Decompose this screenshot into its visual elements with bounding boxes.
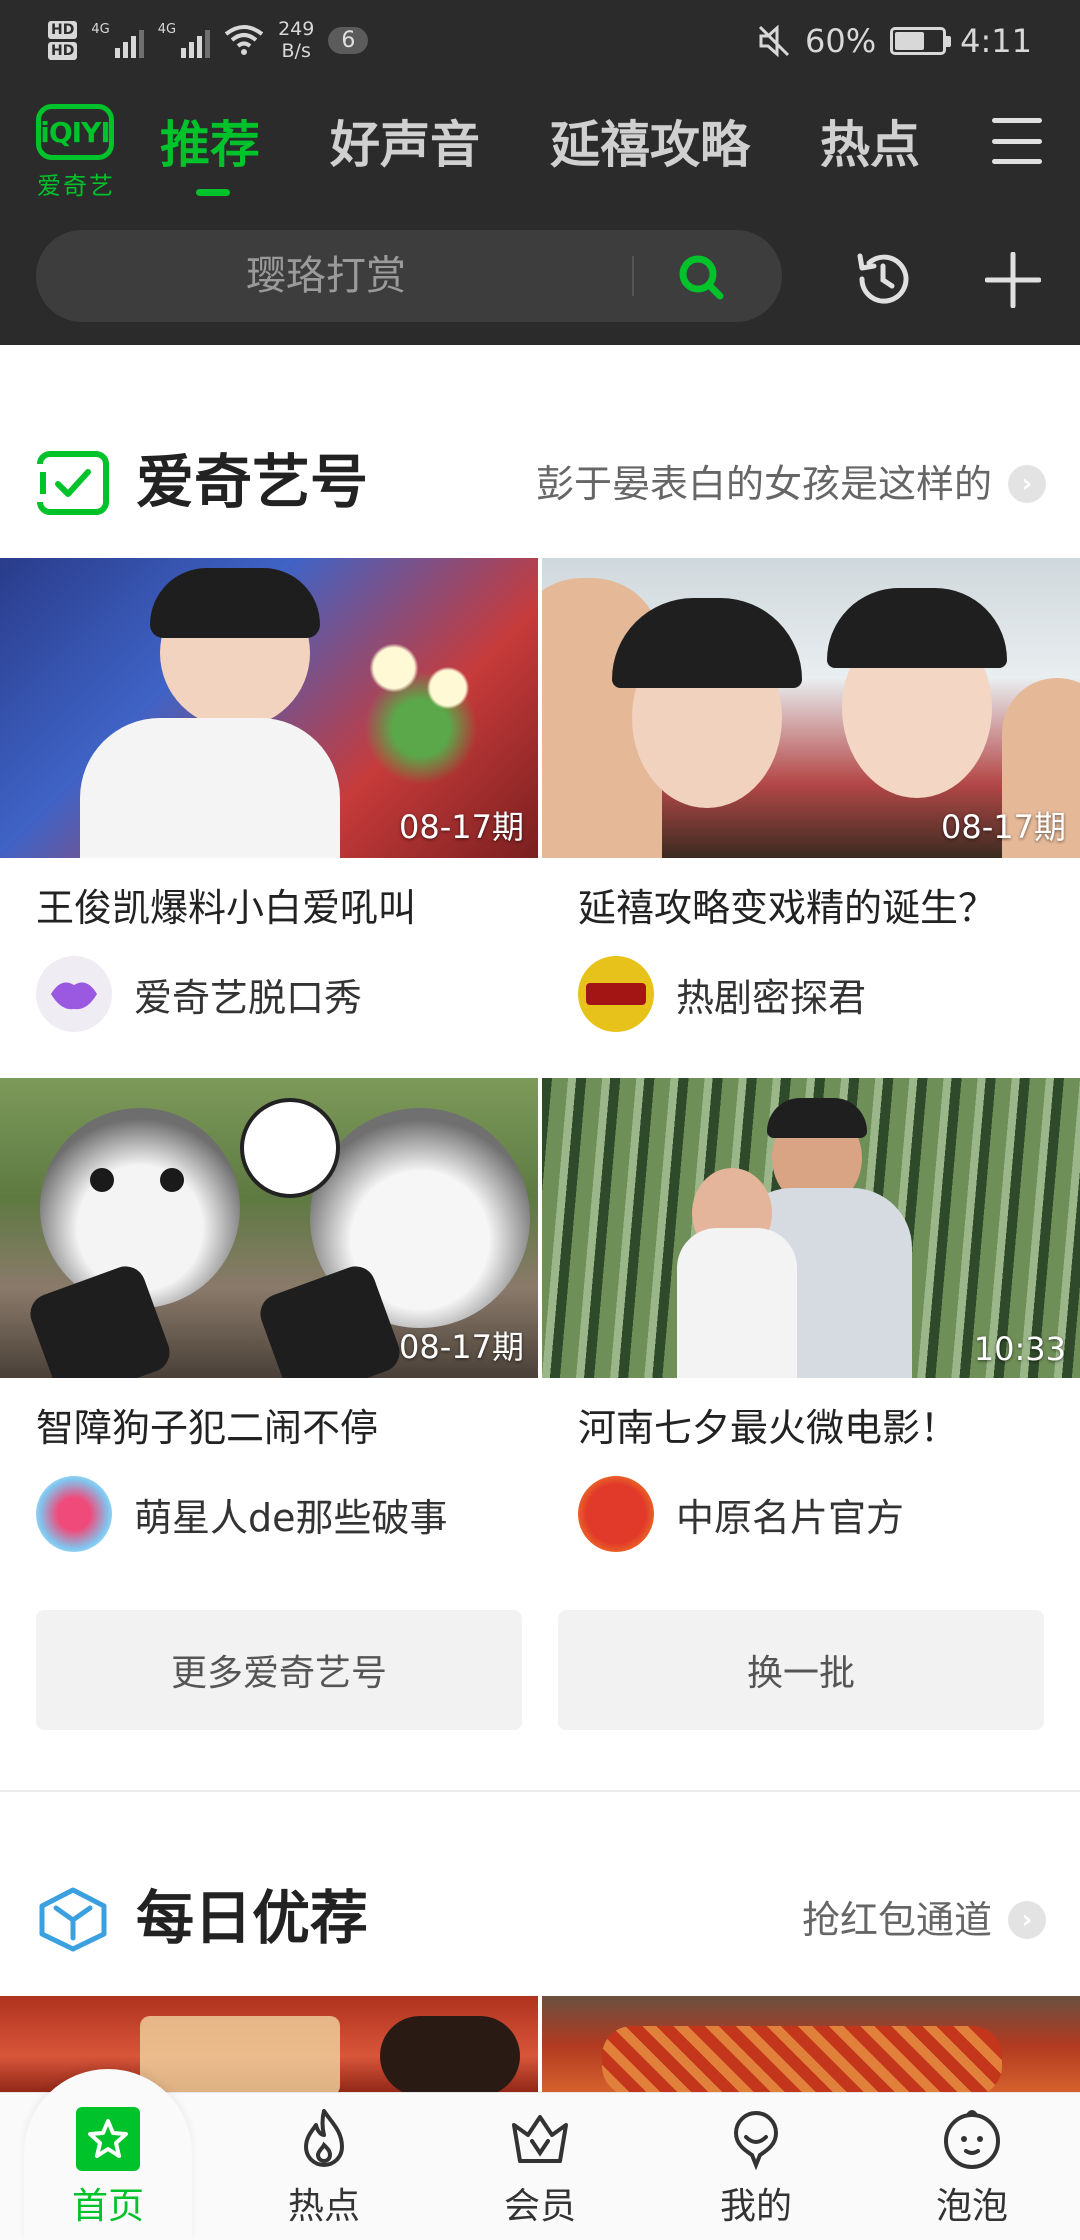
author-name: 中原名片官方 <box>676 1495 905 1540</box>
section-title: 每日优荐 <box>136 1884 369 1952</box>
video-title[interactable]: 延禧攻略变戏精的诞生？ <box>542 880 1080 936</box>
channel-tabs: 推荐 好声音 延禧攻略 热点 <box>160 110 990 196</box>
video-thumbnail[interactable]: 08-17期 <box>542 558 1080 858</box>
bottom-nav: 首页 热点 会员 我的 泡泡 <box>0 2069 1080 2240</box>
video-card[interactable]: 08-17期 王俊凯爆料小白爱吼叫 爱奇艺脱口秀 <box>0 558 538 1032</box>
author-row[interactable]: 中原名片官方 <box>542 1476 1080 1552</box>
crown-icon <box>512 2115 568 2163</box>
history-icon[interactable] <box>850 246 916 312</box>
status-bar: HD HD 4G 4G 249 B/s 6 60% 4:11 <box>0 0 1080 82</box>
section-divider <box>0 1790 1080 1792</box>
nav-hot[interactable]: 热点 <box>216 2093 432 2240</box>
search-icon[interactable] <box>676 252 724 300</box>
video-card[interactable]: 08-17期 智障狗子犯二闹不停 萌星人de那些破事 <box>0 1078 538 1552</box>
battery-icon <box>890 27 952 55</box>
tab-hot[interactable]: 热点 <box>820 110 920 180</box>
speed-value: 249 <box>278 18 315 40</box>
video-thumbnail[interactable] <box>542 1996 1080 2096</box>
author-row[interactable]: 爱奇艺脱口秀 <box>0 956 538 1032</box>
network-type-1: 4G <box>91 22 110 37</box>
logo-text: 爱奇艺 <box>37 172 115 200</box>
search-input[interactable]: 璎珞打赏 <box>246 230 406 322</box>
logo-mark: iQIYI <box>36 104 114 160</box>
search-row: 璎珞打赏 <box>0 230 1080 326</box>
battery-percent: 60% <box>805 22 877 60</box>
signal-icon-2: 4G <box>157 22 211 58</box>
episode-tag: 08-17期 <box>941 808 1066 846</box>
menu-icon[interactable] <box>992 118 1042 164</box>
nav-label: 会员 <box>503 2186 576 2227</box>
video-thumbnail[interactable]: 10:33 <box>542 1078 1080 1378</box>
tab-good-voice[interactable]: 好声音 <box>330 110 480 180</box>
notification-count-badge: 6 <box>328 26 369 54</box>
section-more-link[interactable]: 彭于晏表白的女孩是这样的 › <box>536 460 1046 508</box>
video-card[interactable]: 08-17期 延禧攻略变戏精的诞生？ 热剧密探君 <box>542 558 1080 1032</box>
cube-icon <box>39 1887 107 1952</box>
more-iqiyi-hao-button[interactable]: 更多爱奇艺号 <box>36 1610 522 1730</box>
checkbox-icon <box>36 451 109 515</box>
avatar <box>36 1476 112 1552</box>
avatar <box>36 956 112 1032</box>
network-type-2: 4G <box>157 22 177 37</box>
wifi-icon <box>224 25 264 55</box>
hd-tag-2: HD <box>48 41 78 60</box>
signal-icon-1: 4G <box>91 22 144 58</box>
section-more-text: 抢红包通道 <box>801 1898 992 1942</box>
search-bar[interactable]: 璎珞打赏 <box>36 230 782 322</box>
mute-icon <box>758 24 790 58</box>
video-thumbnail[interactable]: 08-17期 <box>0 1078 538 1378</box>
profile-icon <box>733 2110 779 2171</box>
section-more-link[interactable]: 抢红包通道 › <box>802 1896 1046 1944</box>
hd-tag-1: HD <box>48 20 78 39</box>
top-nav: iQIYI 爱奇艺 推荐 好声音 延禧攻略 热点 <box>0 96 1080 206</box>
chevron-right-icon: › <box>1008 465 1046 503</box>
nav-vip[interactable]: 会员 <box>432 2093 648 2240</box>
section-header-iqiyi-hao: 爱奇艺号 彭于晏表白的女孩是这样的 › <box>0 420 1080 530</box>
flame-icon <box>304 2109 344 2167</box>
author-row[interactable]: 萌星人de那些破事 <box>0 1476 538 1552</box>
nav-mine[interactable]: 我的 <box>648 2093 864 2240</box>
section-title: 爱奇艺号 <box>136 448 369 516</box>
video-title[interactable]: 智障狗子犯二闹不停 <box>0 1400 538 1456</box>
bubble-face-icon <box>944 2110 1000 2169</box>
duration-tag: 10:33 <box>973 1330 1066 1368</box>
author-name: 爱奇艺脱口秀 <box>134 975 363 1020</box>
nav-label: 热点 <box>287 2186 360 2227</box>
video-title[interactable]: 王俊凯爆料小白爱吼叫 <box>0 880 538 936</box>
search-divider <box>632 256 634 296</box>
avatar <box>578 1476 654 1552</box>
video-thumbnail[interactable]: 08-17期 <box>0 558 538 858</box>
section-more-text: 彭于晏表白的女孩是这样的 <box>535 462 992 506</box>
video-card[interactable] <box>542 1996 1080 2096</box>
lips-icon <box>51 982 97 1010</box>
plus-icon[interactable] <box>985 252 1041 308</box>
tab-yanxi[interactable]: 延禧攻略 <box>550 110 750 180</box>
iqiyi-logo[interactable]: iQIYI 爱奇艺 <box>36 104 116 204</box>
author-name: 萌星人de那些破事 <box>134 1495 448 1540</box>
video-title[interactable]: 河南七夕最火微电影！ <box>542 1400 1080 1456</box>
home-icon <box>76 2107 140 2171</box>
clock: 4:11 <box>960 22 1032 60</box>
episode-tag: 08-17期 <box>399 808 524 846</box>
hd-indicator: HD HD <box>48 20 78 60</box>
author-row[interactable]: 热剧密探君 <box>542 956 1080 1032</box>
nav-label: 首页 <box>71 2186 144 2227</box>
video-card[interactable]: 10:33 河南七夕最火微电影！ 中原名片官方 <box>542 1078 1080 1552</box>
section-header-daily-picks: 每日优荐 抢红包通道 › <box>0 1856 1080 1966</box>
nav-home[interactable]: 首页 <box>0 2093 216 2240</box>
network-speed: 249 B/s <box>278 18 314 62</box>
nav-label: 我的 <box>719 2186 792 2227</box>
nav-label: 泡泡 <box>935 2186 1008 2227</box>
author-name: 热剧密探君 <box>676 975 867 1020</box>
speed-unit: B/s <box>281 40 311 62</box>
avatar <box>578 956 654 1032</box>
tab-recommend[interactable]: 推荐 <box>160 110 260 196</box>
nav-bubble[interactable]: 泡泡 <box>864 2093 1080 2240</box>
episode-tag: 08-17期 <box>399 1328 524 1366</box>
chevron-right-icon: › <box>1008 1901 1046 1939</box>
app-header: HD HD 4G 4G 249 B/s 6 60% 4:11 iQIYI 爱奇艺… <box>0 0 1080 345</box>
refresh-button[interactable]: 换一批 <box>558 1610 1044 1730</box>
